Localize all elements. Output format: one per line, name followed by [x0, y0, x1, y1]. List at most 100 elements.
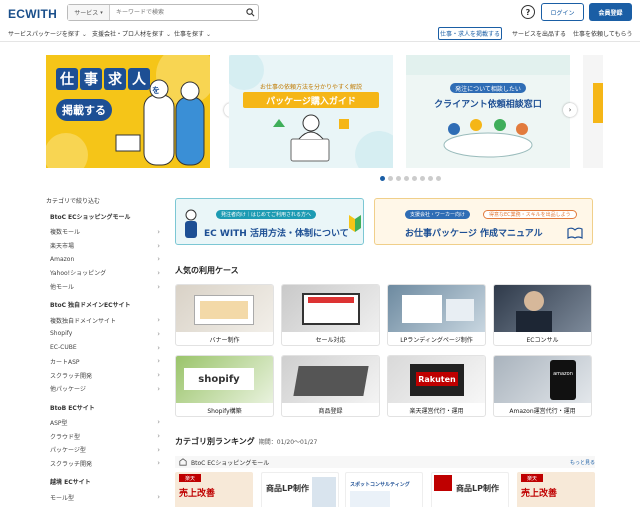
ranking-card[interactable]: 楽天 売上改善: [517, 472, 595, 507]
carousel-dot[interactable]: [428, 176, 433, 181]
shopify-logo: shopify: [184, 368, 254, 390]
sidebar-group-title: BtoC ECショッピングモール: [50, 214, 131, 221]
carousel-next-button[interactable]: ›: [563, 103, 577, 117]
sidebar-item[interactable]: スクラッチ開発 ›: [46, 368, 164, 382]
ranking-card-title: スポットコンサルティング: [350, 482, 410, 488]
case-thumbnail: [388, 285, 485, 332]
slide-title-char: 仕: [56, 68, 78, 90]
case-card[interactable]: shopify Shopify構築: [175, 355, 274, 417]
ranking-card-title: 商品LP制作: [266, 484, 309, 493]
sidebar-item[interactable]: EC-CUBE ›: [46, 341, 164, 355]
search-category-select[interactable]: サービス ▾: [68, 5, 110, 20]
login-button[interactable]: ログイン: [541, 3, 584, 21]
sidebar-item[interactable]: クラウド型 ›: [46, 429, 164, 443]
nav-find-companies[interactable]: 支援会社・プロ人材を探す ⌄: [92, 29, 171, 38]
ranking-card[interactable]: 商品LP制作: [261, 472, 339, 507]
nav-find-packages[interactable]: サービスパッケージを探す ⌄: [8, 29, 87, 38]
sidebar-item[interactable]: 複数モール ›: [46, 225, 164, 239]
ranking-category-label: BtoC ECショッピングモール: [191, 459, 270, 467]
case-card[interactable]: amazon Amazon運営代行・運用: [493, 355, 592, 417]
sidebar-item[interactable]: 他モール ›: [46, 280, 164, 294]
sidebar-item[interactable]: Shopify ›: [46, 327, 164, 341]
nav-label: 支援会社・プロ人材を探す: [92, 31, 165, 38]
ranking-category-bar: BtoC ECショッピングモール もっと見る: [175, 456, 595, 468]
case-card[interactable]: Rakuten 楽天運営代行・運用: [387, 355, 486, 417]
banner-tag: 支援会社・ワーカー向け: [405, 210, 471, 219]
nav-sell-service[interactable]: サービスを出品する: [512, 29, 566, 38]
shop-icon: [179, 458, 187, 466]
category-sidebar: カテゴリで絞り込む BtoC ECショッピングモール 複数モール › 楽天市場 › …: [46, 196, 164, 504]
slide-title-char: 求: [104, 68, 126, 90]
post-job-button[interactable]: 仕事・求人を掲載する: [438, 27, 502, 40]
banner-howto-guide[interactable]: 発注者向け｜はじめてご利用される方へ EC WITH 活用方法・体制について: [175, 198, 364, 245]
case-card[interactable]: ECコンサル: [493, 284, 592, 346]
sidebar-item[interactable]: Yahoo!ショッピング ›: [46, 266, 164, 280]
register-button[interactable]: 会員登録: [589, 3, 632, 21]
sidebar-item-label: スクラッチ開発: [50, 372, 93, 380]
case-card[interactable]: 商品登録: [281, 355, 380, 417]
sidebar-heading: カテゴリで絞り込む: [46, 198, 101, 205]
carousel-dot[interactable]: [420, 176, 425, 181]
case-card[interactable]: LPランディングページ制作: [387, 284, 486, 346]
case-label: ECコンサル: [526, 337, 559, 344]
slide-title-char: 人: [128, 68, 150, 90]
chevron-right-icon: ›: [157, 227, 160, 236]
sidebar-group-title: BtoC 独自ドメインECサイト: [50, 302, 131, 310]
search-icon[interactable]: [242, 8, 258, 17]
carousel-dot[interactable]: [396, 176, 401, 181]
search-input[interactable]: [110, 5, 242, 20]
sidebar-item[interactable]: ASP型 ›: [46, 416, 164, 430]
sidebar-item-label: 複数モール: [50, 229, 81, 237]
ranking-card[interactable]: 楽天 売上改善: [175, 472, 253, 507]
banner-title: お仕事パッケージ 作成マニュアル: [405, 229, 543, 239]
slide-title: パッケージ購入ガイド: [243, 92, 379, 108]
book-icon: [567, 227, 583, 239]
chevron-right-icon: ›: [157, 329, 160, 338]
sidebar-item[interactable]: カートASP ›: [46, 355, 164, 369]
sidebar-item[interactable]: スクラッチ開発 ›: [46, 457, 164, 471]
ranking-card-tag: 楽天: [521, 474, 543, 482]
sidebar-item-label: カートASP: [50, 358, 80, 366]
rakuten-logo: Rakuten: [416, 372, 458, 386]
slide-cta: 掲載する: [56, 99, 112, 121]
sidebar-item-label: 楽天市場: [50, 243, 75, 251]
case-card[interactable]: バナー制作: [175, 284, 274, 346]
nav-order-work[interactable]: 仕事を依頼してもらう: [573, 29, 633, 38]
sidebar-item[interactable]: 他パッケージ ›: [46, 382, 164, 396]
sidebar-item[interactable]: モール型 ›: [46, 490, 164, 504]
carousel-slide-client-consult[interactable]: 発注について相談したい クライアント依頼相談窓口: [406, 55, 570, 168]
see-more-link[interactable]: もっと見る: [570, 459, 595, 466]
banner-package-manual[interactable]: 支援会社・ワーカー向け 得意なEC業務・スキルを出品しよう お仕事パッケージ 作…: [374, 198, 593, 245]
section-title-ranking: カテゴリ別ランキング 期間：01/20〜01/27: [175, 436, 317, 447]
ranking-card[interactable]: 商品LP制作: [431, 472, 509, 507]
chevron-right-icon: ›: [157, 445, 160, 454]
banner-tag-secondary: 得意なEC業務・スキルを出品しよう: [483, 210, 577, 219]
sidebar-item[interactable]: パッケージ型 ›: [46, 443, 164, 457]
ranking-card[interactable]: スポットコンサルティング: [345, 472, 423, 507]
slide-subtitle: 発注について相談したい: [450, 83, 526, 93]
carousel-dot[interactable]: [380, 176, 385, 181]
case-card[interactable]: セール対応: [281, 284, 380, 346]
carousel-slide-partial[interactable]: [583, 55, 603, 168]
global-nav: サービスパッケージを探す ⌄ 支援会社・プロ人材を探す ⌄ 仕事を探す ⌄ サービスを…: [0, 26, 640, 42]
logo[interactable]: ECWITH: [8, 7, 57, 21]
case-thumbnail: [494, 285, 591, 332]
case-thumbnail: [282, 285, 379, 332]
sidebar-item-label: クラウド型: [50, 433, 81, 441]
nav-find-work[interactable]: 仕事を探す ⌄: [174, 29, 211, 38]
sidebar-item[interactable]: Amazon ›: [46, 252, 164, 266]
case-thumbnail: [282, 356, 379, 403]
sidebar-item[interactable]: 複数独自ドメインサイト ›: [46, 313, 164, 327]
carousel-slide-job-posting[interactable]: 仕 事 求 人 を 掲載する: [46, 55, 210, 168]
carousel-dot[interactable]: [436, 176, 441, 181]
sidebar-item-label: モール型: [50, 494, 75, 502]
help-icon[interactable]: ?: [521, 5, 535, 19]
carousel-dot[interactable]: [412, 176, 417, 181]
chevron-right-icon: ›: [157, 357, 160, 366]
slide-background-pattern: [406, 55, 570, 158]
carousel-dot[interactable]: [388, 176, 393, 181]
carousel-slide-package-guide[interactable]: お仕事の依頼方法を分かりやすく解説 パッケージ購入ガイド: [229, 55, 393, 168]
sidebar-item[interactable]: 楽天市場 ›: [46, 239, 164, 253]
case-label: バナー制作: [209, 337, 240, 344]
carousel-dot[interactable]: [404, 176, 409, 181]
